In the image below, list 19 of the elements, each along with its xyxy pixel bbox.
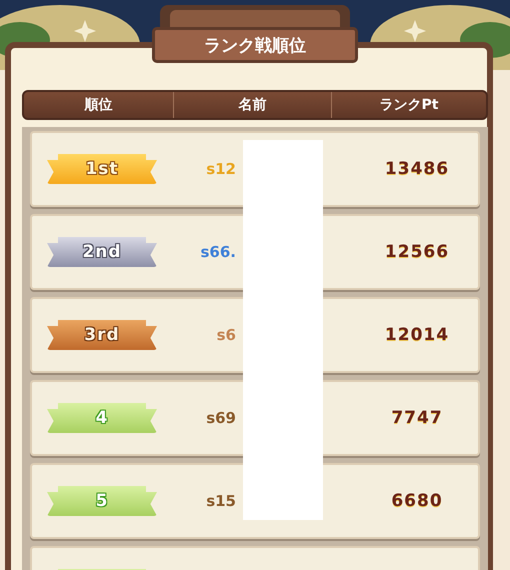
rank-ribbon: 3rd — [47, 320, 157, 350]
dialog-title: ランク戦順位 — [152, 27, 358, 63]
player-name: s66. — [200, 243, 237, 261]
rank-points: 6680 — [391, 491, 443, 511]
column-header: 名前 — [174, 92, 332, 118]
column-header: 順位 — [24, 92, 174, 118]
rank-ribbon: 2nd — [47, 237, 157, 267]
rank-points: 13486 — [384, 159, 450, 179]
column-header: ランクPt — [378, 96, 440, 115]
rank-ribbon: 5 — [47, 486, 157, 516]
player-name: s69 — [206, 409, 237, 427]
player-name: s6 — [216, 326, 237, 344]
player-name: s12 — [206, 160, 237, 178]
player-name: s15 — [206, 492, 237, 510]
rank-points: 7747 — [391, 408, 443, 428]
rank-ribbon: 1st — [47, 154, 157, 184]
rank-points: 12014 — [384, 325, 450, 345]
rank-ribbon: 4 — [47, 403, 157, 433]
rank-points: 12566 — [384, 242, 450, 262]
